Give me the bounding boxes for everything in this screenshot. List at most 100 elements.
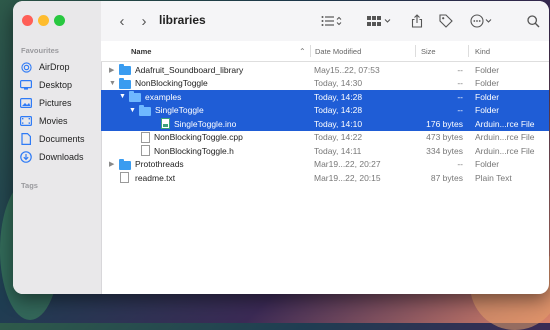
table-row-selected[interactable]: SingleToggle.ino Today, 14:10 176 bytes … — [101, 117, 549, 131]
toolbar: ‹ › libraries — [101, 1, 549, 42]
sidebar-item-label: Downloads — [39, 152, 84, 162]
name-sort-chevron[interactable]: ⌃ — [299, 41, 306, 61]
share-button[interactable] — [409, 12, 425, 30]
column-header-name[interactable]: Name — [131, 41, 151, 61]
table-row[interactable]: NonBlockingToggle.cpp Today, 14:22 473 b… — [101, 131, 549, 145]
desktop-icon — [19, 80, 33, 90]
table-row-selected[interactable]: ▼ examples Today, 14:28 -- Folder — [101, 90, 549, 104]
file-kind: Arduin...rce File — [475, 145, 535, 156]
folder-icon — [119, 77, 131, 89]
minimize-window-button[interactable] — [38, 15, 49, 26]
column-header-date[interactable]: Date Modified — [315, 41, 361, 61]
sidebar-item-movies[interactable]: Movies — [19, 112, 97, 130]
column-divider[interactable] — [310, 45, 311, 57]
table-row[interactable]: readme.txt Mar19...22, 20:15 87 bytes Pl… — [101, 171, 549, 185]
sidebar-item-downloads[interactable]: Downloads — [19, 148, 97, 166]
column-header-size[interactable]: Size — [421, 41, 436, 61]
disclosure-right-icon[interactable]: ▶ — [109, 66, 114, 74]
file-date: Today, 14:22 — [314, 132, 363, 143]
folder-icon — [119, 158, 131, 170]
text-file-icon — [120, 172, 129, 183]
window-title: libraries — [159, 13, 206, 27]
sidebar-item-pictures[interactable]: Pictures — [19, 94, 97, 112]
sidebar-item-label: Desktop — [39, 80, 73, 90]
more-actions-button[interactable] — [469, 12, 495, 30]
file-size: 87 bytes — [430, 172, 463, 183]
file-date: Today, 14:28 — [314, 91, 363, 102]
chevron-up-icon: ⌃ — [299, 46, 306, 56]
file-size: -- — [457, 91, 463, 102]
tag-button[interactable] — [438, 12, 454, 30]
file-name: examples — [145, 91, 182, 102]
disclosure-down-icon[interactable]: ▼ — [109, 80, 116, 87]
documents-icon — [19, 133, 33, 145]
table-row[interactable]: ▶ Protothreads Mar19...22, 20:27 -- Fold… — [101, 158, 549, 172]
close-window-button[interactable] — [22, 15, 33, 26]
forward-button[interactable]: › — [137, 12, 151, 30]
file-kind: Arduin...rce File — [475, 118, 535, 129]
sidebar-heading-favourites: Favourites — [21, 46, 59, 55]
column-header: Name ⌃ Date Modified Size Kind — [101, 41, 549, 62]
file-size: -- — [457, 159, 463, 170]
arduino-file-icon — [161, 118, 170, 129]
file-name: NonBlockingToggle — [135, 78, 208, 89]
disclosure-down-icon[interactable]: ▼ — [119, 93, 126, 100]
table-row[interactable]: NonBlockingToggle.h Today, 14:11 334 byt… — [101, 144, 549, 158]
file-date: Today, 14:11 — [314, 145, 362, 156]
table-row[interactable]: ▼ NonBlockingToggle Today, 14:30 -- Fold… — [101, 77, 549, 91]
file-date: Today, 14:28 — [314, 105, 363, 116]
list-view-button[interactable] — [318, 12, 346, 30]
chevron-left-icon: ‹ — [119, 12, 125, 30]
sidebar: Favourites AirDrop Desktop Pictures Movi… — [13, 1, 102, 294]
group-button[interactable] — [365, 12, 395, 30]
chevron-right-icon: › — [141, 12, 147, 30]
search-button[interactable] — [525, 12, 541, 30]
column-header-kind[interactable]: Kind — [475, 41, 490, 61]
sidebar-item-airdrop[interactable]: AirDrop — [19, 58, 97, 76]
file-kind: Folder — [475, 159, 500, 170]
zoom-window-button[interactable] — [54, 15, 65, 26]
file-name: NonBlockingToggle.cpp — [154, 132, 243, 143]
sidebar-item-documents[interactable]: Documents — [19, 130, 97, 148]
disclosure-down-icon[interactable]: ▼ — [129, 107, 136, 114]
sidebar-item-label: Movies — [39, 116, 68, 126]
search-icon — [526, 14, 539, 27]
document-icon — [141, 145, 150, 156]
sidebar-item-desktop[interactable]: Desktop — [19, 76, 97, 94]
file-name: NonBlockingToggle.h — [154, 145, 234, 156]
file-size: 176 bytes — [426, 118, 463, 129]
table-row-selected[interactable]: ▼ SingleToggle Today, 14:28 -- Folder — [101, 103, 549, 117]
file-date: Today, 14:30 — [314, 78, 363, 89]
back-button[interactable]: ‹ — [115, 12, 129, 30]
file-kind: Folder — [475, 78, 500, 89]
file-name: Adafruit_Soundboard_library — [135, 64, 244, 75]
file-kind: Arduin...rce File — [475, 132, 535, 143]
finder-window: Favourites AirDrop Desktop Pictures Movi… — [13, 1, 549, 294]
grid-group-icon — [367, 16, 391, 26]
column-divider[interactable] — [468, 45, 469, 57]
file-kind: Folder — [475, 91, 500, 102]
file-kind: Folder — [475, 105, 500, 116]
file-kind: Plain Text — [475, 172, 512, 183]
list-view-icon — [321, 16, 342, 26]
table-row[interactable]: ▶ Adafruit_Soundboard_library May15..22,… — [101, 63, 549, 77]
file-name: SingleToggle.ino — [174, 118, 237, 129]
file-date: Today, 14:10 — [314, 118, 363, 129]
file-name: Protothreads — [135, 159, 184, 170]
file-name: SingleToggle — [155, 105, 204, 116]
folder-icon — [129, 91, 141, 102]
column-divider[interactable] — [415, 45, 416, 57]
sidebar-item-label: AirDrop — [39, 62, 70, 72]
sidebar-heading-tags: Tags — [21, 181, 38, 190]
pictures-icon — [19, 98, 33, 108]
movies-icon — [19, 116, 33, 126]
file-list: ▶ Adafruit_Soundboard_library May15..22,… — [101, 63, 549, 185]
tag-icon — [439, 14, 453, 28]
file-size: 334 bytes — [426, 145, 463, 156]
airdrop-icon — [19, 61, 33, 73]
file-date: May15..22, 07:53 — [314, 64, 380, 75]
file-size: -- — [457, 78, 463, 89]
disclosure-right-icon[interactable]: ▶ — [109, 160, 114, 168]
sidebar-item-label: Pictures — [39, 98, 72, 108]
file-size: 473 bytes — [426, 132, 463, 143]
